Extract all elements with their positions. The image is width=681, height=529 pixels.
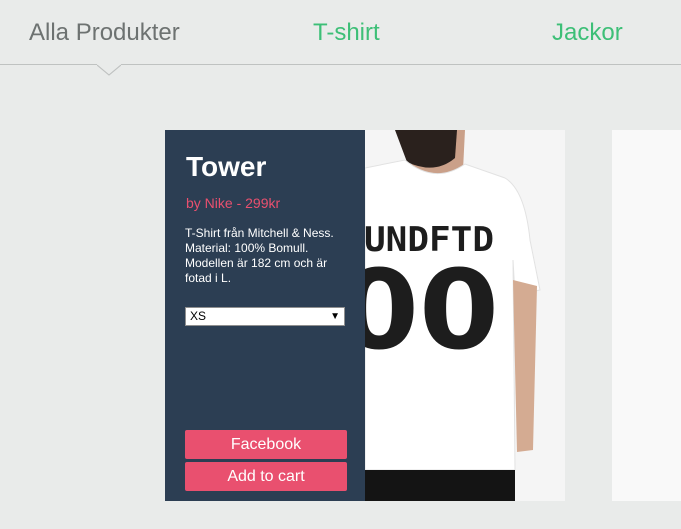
tab-jackor[interactable]: Jackor bbox=[552, 19, 623, 47]
size-select-value: XS bbox=[190, 309, 207, 323]
next-product-card[interactable] bbox=[612, 130, 681, 501]
add-to-cart-button[interactable]: Add to cart bbox=[185, 462, 347, 491]
product-card: Tower by Nike - 299kr T-Shirt från Mitch… bbox=[165, 130, 565, 501]
tab-t-shirt[interactable]: T-shirt bbox=[313, 19, 380, 47]
shirt-number-text: 00 bbox=[365, 246, 499, 374]
product-info-panel: Tower by Nike - 299kr T-Shirt från Mitch… bbox=[165, 130, 365, 501]
model-tshirt-image: UNDFTD 00 bbox=[365, 130, 565, 501]
dropdown-arrow-icon: ▼ bbox=[330, 311, 340, 322]
product-name: Tower bbox=[186, 151, 267, 182]
tab-alla-produkter[interactable]: Alla Produkter bbox=[29, 19, 180, 47]
category-tabs: Alla Produkter T-shirt Jackor bbox=[0, 0, 681, 65]
product-photo: UNDFTD 00 bbox=[365, 130, 565, 501]
product-description: T-Shirt från Mitchell & Ness. Material: … bbox=[185, 226, 334, 285]
active-tab-pointer bbox=[97, 64, 121, 76]
size-select[interactable]: XS ▼ bbox=[185, 307, 345, 326]
product-brand-price: by Nike - 299kr bbox=[186, 195, 281, 211]
facebook-button[interactable]: Facebook bbox=[185, 430, 347, 459]
